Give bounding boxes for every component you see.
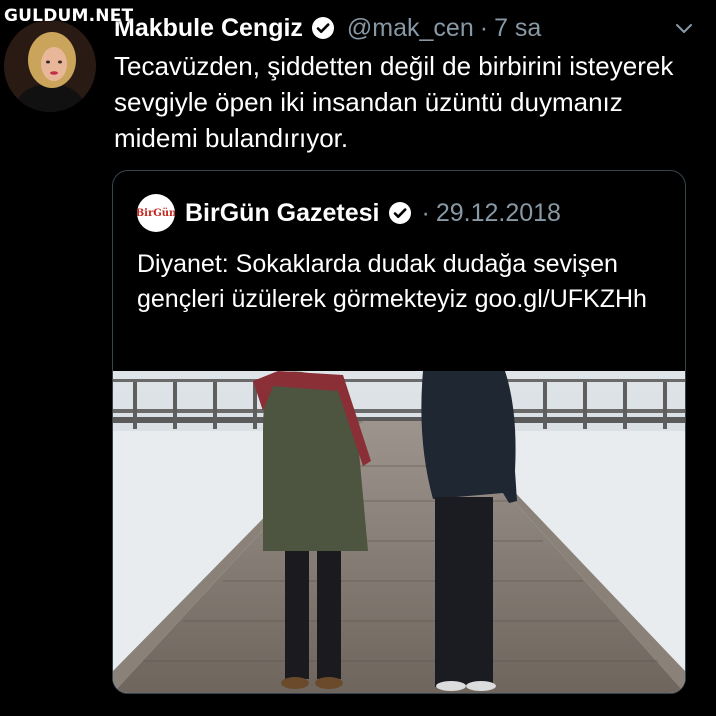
tweet-header: Makbule Cengiz @mak_cen · 7 sa — [114, 12, 704, 44]
site-watermark: GULDUM.NET — [4, 6, 134, 26]
verified-badge-icon — [388, 201, 412, 225]
quoted-author-logo: BirGün — [137, 194, 175, 232]
quoted-tweet-image[interactable] — [113, 371, 685, 693]
tweet-text: Tecavüzden, şiddetten değil de birbirini… — [114, 51, 674, 153]
quoted-tweet[interactable]: BirGün BirGün Gazetesi · 29.12.2018 Diya… — [112, 170, 686, 694]
author-name[interactable]: Makbule Cengiz — [114, 14, 303, 43]
quoted-header-separator: · — [421, 198, 430, 227]
logo-text: BirGün — [137, 207, 175, 219]
chevron-down-icon[interactable] — [672, 16, 696, 47]
header-separator: · — [479, 13, 489, 42]
quoted-tweet-date: 29.12.2018 — [435, 198, 561, 227]
quoted-author-name[interactable]: BirGün Gazetesi — [185, 199, 380, 228]
avatar[interactable] — [4, 20, 96, 112]
quoted-tweet-text: Diyanet: Sokaklarda dudak dudağa sevişen… — [137, 250, 647, 313]
author-handle[interactable]: @mak_cen — [347, 14, 474, 43]
verified-badge-icon — [311, 16, 335, 40]
boardwalk-photo — [113, 371, 685, 693]
tweet-time[interactable]: 7 sa — [494, 14, 541, 43]
quoted-tweet-header: BirGün BirGün Gazetesi · 29.12.2018 — [137, 193, 561, 233]
avatar-photo — [4, 20, 96, 112]
